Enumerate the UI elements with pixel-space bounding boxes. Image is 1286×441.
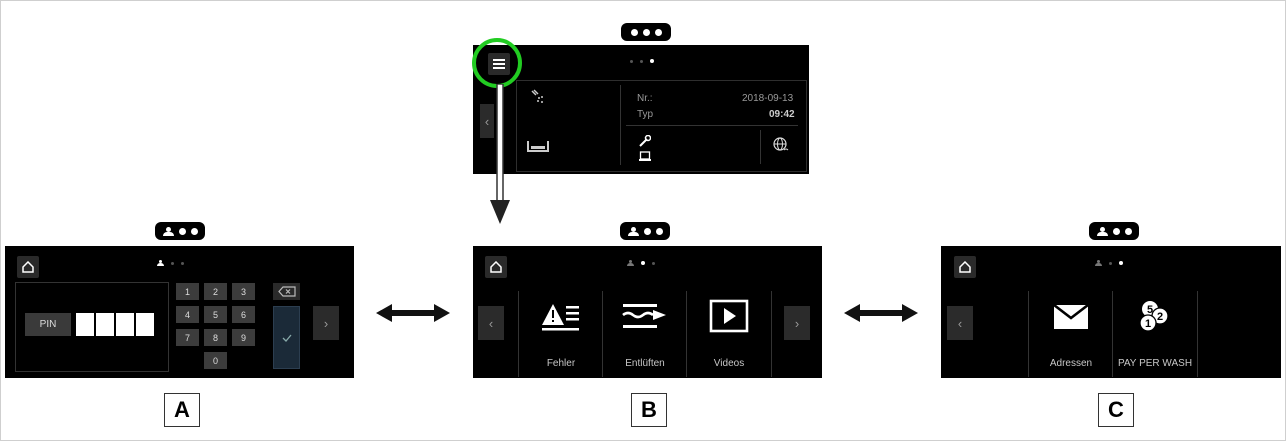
double-arrow-bc <box>844 304 918 322</box>
tile-fehler[interactable]: Fehler <box>518 291 603 377</box>
key-3[interactable]: 3 <box>232 283 255 300</box>
nav-right-a[interactable]: › <box>313 306 339 340</box>
pin-label: PIN <box>25 313 71 336</box>
tile-videos[interactable]: Videos <box>686 291 772 377</box>
tile-pay-per-wash[interactable]: 5 2 1 PAY PER WASH <box>1112 291 1198 377</box>
divider-v2 <box>760 130 761 164</box>
tile-adressen[interactable]: Adressen <box>1028 291 1113 377</box>
page-indicator-b <box>620 222 670 240</box>
label-c: C <box>1098 393 1134 427</box>
pin-digit-4[interactable] <box>136 313 154 336</box>
typ-label: Typ <box>637 109 654 120</box>
typ-value: UC-L <box>668 109 692 120</box>
pin-digit-1[interactable] <box>76 313 94 336</box>
tile-fehler-label: Fehler <box>546 358 576 369</box>
nr-value: 3220280 <box>668 93 707 104</box>
key-7[interactable]: 7 <box>176 329 199 346</box>
svg-text:2: 2 <box>1157 311 1163 323</box>
vent-icon <box>622 304 666 328</box>
page-indicator-c <box>1089 222 1139 240</box>
key-6[interactable]: 6 <box>232 306 255 323</box>
page-dots-c <box>1095 260 1123 266</box>
page-indicator-a <box>155 222 205 240</box>
home-icon <box>22 261 34 273</box>
divider-v <box>620 85 621 165</box>
tile-videos-label: Videos <box>713 358 745 369</box>
home-button-a[interactable] <box>17 256 39 278</box>
tile-entlueften[interactable]: Entlüften <box>602 291 687 377</box>
key-8[interactable]: 8 <box>204 329 227 346</box>
page-dots-a <box>157 260 184 266</box>
nav-right-b[interactable]: › <box>784 306 810 340</box>
play-icon <box>709 299 749 333</box>
spray-icon <box>531 89 543 103</box>
temp1-unit: °C <box>597 92 610 104</box>
tank-icon <box>527 141 549 152</box>
arrow-down <box>490 84 510 224</box>
line1-value: 09283-1287187/48 <box>657 135 741 146</box>
error-icon <box>542 304 579 331</box>
date: 2018-09-13 <box>742 93 794 104</box>
time: 09:42 <box>769 109 795 120</box>
double-arrow-ab <box>376 304 450 322</box>
nr-label: Nr.: <box>637 93 653 104</box>
tile-adressen-label: Adressen <box>1049 358 1093 369</box>
home-button-c[interactable] <box>954 256 976 278</box>
temp1-value: 85 <box>565 92 590 117</box>
home-icon <box>490 261 502 273</box>
key-4[interactable]: 4 <box>176 306 199 323</box>
svg-text:5: 5 <box>1147 304 1153 316</box>
pin-digit-2[interactable] <box>96 313 114 336</box>
label-a: A <box>164 393 200 427</box>
coins-icon: 5 2 1 <box>1139 301 1169 332</box>
page-indicator-top <box>621 23 671 41</box>
divider-h <box>626 125 798 126</box>
page-dots-b <box>627 260 655 266</box>
key-2[interactable]: 2 <box>204 283 227 300</box>
page-dots-top <box>630 59 654 63</box>
temp2-unit: °C <box>597 134 610 146</box>
confirm-button[interactable] <box>273 306 300 369</box>
temp2-value: 62 <box>565 134 590 159</box>
globe-icon[interactable] <box>772 136 790 154</box>
key-0[interactable]: 0 <box>204 352 227 369</box>
pin-digit-3[interactable] <box>116 313 134 336</box>
check-icon <box>282 334 291 342</box>
highlight-circle <box>472 38 522 88</box>
tile-entlueften-label: Entlüften <box>625 358 665 369</box>
line2-value: 12332-12233/48 <box>657 151 730 162</box>
backspace-button[interactable] <box>273 283 300 300</box>
home-icon <box>959 261 971 273</box>
mail-icon <box>1053 304 1089 329</box>
key-5[interactable]: 5 <box>204 306 227 323</box>
backspace-icon <box>277 286 296 297</box>
tablet-icon <box>639 151 651 161</box>
svg-text:1: 1 <box>1145 318 1151 330</box>
nav-left-b[interactable]: ‹ <box>478 306 504 340</box>
wrench-icon <box>639 135 651 147</box>
label-b: B <box>631 393 667 427</box>
key-9[interactable]: 9 <box>232 329 255 346</box>
home-button-b[interactable] <box>485 256 507 278</box>
key-1[interactable]: 1 <box>176 283 199 300</box>
nav-left-c[interactable]: ‹ <box>947 306 973 340</box>
tile-pay-per-wash-label: PAY PER WASH <box>1117 358 1193 369</box>
